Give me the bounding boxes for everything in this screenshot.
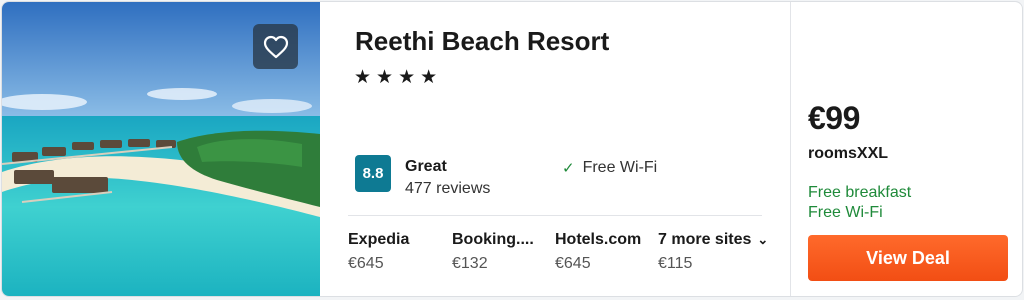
review-count[interactable]: 477 reviews	[405, 180, 490, 198]
amenity-wifi: ✓ Free Wi-Fi	[562, 159, 657, 177]
favorite-button[interactable]	[253, 24, 298, 69]
chevron-down-icon: ⌄	[757, 232, 769, 247]
site-hotels-com[interactable]: Hotels.com €645	[555, 231, 650, 273]
perk-free-breakfast: Free breakfast	[808, 184, 912, 201]
divider	[348, 215, 762, 216]
check-icon: ✓	[562, 160, 575, 177]
price-comparison-sites: Expedia €645 Booking.... €132 Hotels.com…	[348, 231, 778, 281]
site-name: Expedia	[348, 231, 410, 248]
site-name: Booking....	[452, 231, 534, 248]
heart-icon	[263, 35, 288, 58]
site-price: €645	[555, 255, 591, 272]
amenity-label: Free Wi-Fi	[582, 159, 658, 176]
more-sites-label: 7 more sites ⌄	[658, 231, 778, 249]
view-deal-button[interactable]: View Deal	[808, 235, 1008, 281]
site-price: €645	[348, 255, 384, 272]
hotel-info: Reethi Beach Resort ★★★★ 8.8 Great 477 r…	[348, 2, 772, 296]
more-sites-dropdown[interactable]: 7 more sites ⌄ €115	[658, 231, 778, 273]
site-price: €115	[658, 255, 693, 272]
site-price: €132	[452, 255, 488, 272]
deal-panel: €99 roomsXXL Free breakfast Free Wi-Fi V…	[808, 2, 1018, 296]
hotel-card: Reethi Beach Resort ★★★★ 8.8 Great 477 r…	[1, 1, 1023, 297]
rating-score-badge: 8.8	[355, 155, 391, 192]
perk-free-wifi: Free Wi-Fi	[808, 204, 883, 221]
more-sites-text: 7 more sites	[658, 231, 752, 248]
hotel-name[interactable]: Reethi Beach Resort	[355, 26, 609, 57]
deal-provider: roomsXXL	[808, 145, 889, 162]
vertical-divider	[790, 2, 791, 296]
rating-label: Great	[405, 158, 447, 175]
site-expedia[interactable]: Expedia €645	[348, 231, 443, 273]
deal-price: €99	[808, 100, 860, 136]
star-rating: ★★★★	[354, 67, 443, 88]
site-booking[interactable]: Booking.... €132	[452, 231, 544, 273]
site-name: Hotels.com	[555, 231, 642, 248]
hotel-photo[interactable]	[2, 2, 320, 296]
